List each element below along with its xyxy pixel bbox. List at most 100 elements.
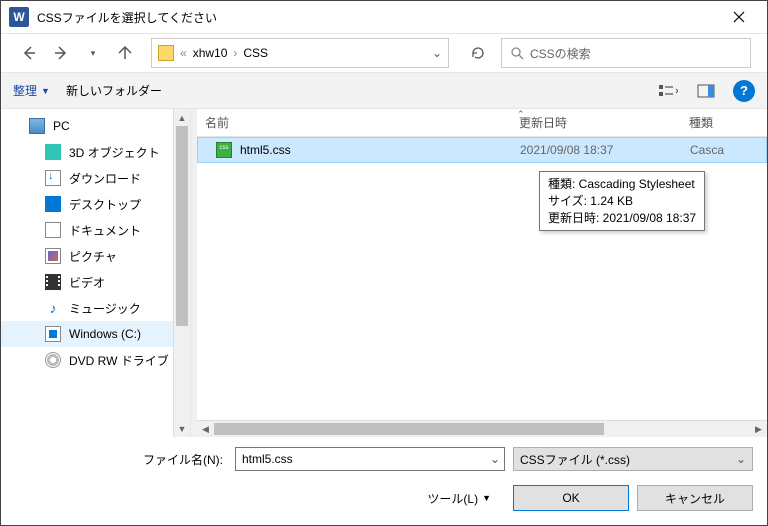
organize-menu[interactable]: 整理 ▼: [13, 82, 50, 99]
folder-icon: [158, 45, 174, 61]
column-headers: 名前 更新日時 種類: [197, 109, 767, 137]
address-dropdown[interactable]: ⌄: [432, 46, 442, 60]
address-bar[interactable]: « xhw10 › CSS ⌄: [151, 38, 449, 68]
tree-label: ビデオ: [69, 274, 105, 291]
file-list[interactable]: ⌃ 名前 更新日時 種類 html5.css 2021/09/08 18:37 …: [197, 109, 767, 437]
filename-label: ファイル名(N):: [15, 451, 227, 468]
preview-pane-button[interactable]: [695, 80, 717, 102]
close-button[interactable]: [719, 1, 759, 33]
refresh-button[interactable]: [463, 38, 493, 68]
tree-scrollbar[interactable]: ▲ ▼: [173, 109, 190, 437]
view-menu[interactable]: [657, 80, 679, 102]
chevron-down-icon: ▼: [41, 86, 50, 96]
cube-icon: [45, 144, 61, 160]
chevron-right-icon: ›: [233, 46, 237, 60]
filename-input[interactable]: html5.css ⌄: [235, 447, 505, 471]
search-input[interactable]: CSSの検索: [501, 38, 751, 68]
tree-label: Windows (C:): [69, 327, 141, 341]
scrollbar-thumb[interactable]: [176, 126, 188, 326]
column-name[interactable]: 名前: [205, 114, 519, 131]
tree-label: ドキュメント: [69, 222, 141, 239]
tree-label: ミュージック: [69, 300, 141, 317]
scroll-down-icon[interactable]: ▼: [174, 420, 190, 437]
tree-label: PC: [53, 119, 70, 133]
css-file-icon: [216, 142, 232, 158]
tree-documents[interactable]: ドキュメント: [1, 217, 190, 243]
filename-value: html5.css: [242, 452, 293, 466]
sort-indicator-icon: ⌃: [517, 109, 525, 120]
titlebar: W CSSファイルを選択してください: [1, 1, 767, 33]
tree-3d[interactable]: 3D オブジェクト: [1, 139, 190, 165]
file-row[interactable]: html5.css 2021/09/08 18:37 Casca: [197, 137, 767, 163]
refresh-icon: [470, 45, 486, 61]
video-icon: [45, 274, 61, 290]
preview-pane-icon: [697, 84, 715, 98]
horizontal-scrollbar[interactable]: ◀ ▶: [197, 420, 767, 437]
scroll-up-icon[interactable]: ▲: [174, 109, 190, 126]
path-separator: «: [180, 46, 187, 60]
tree-windows-c[interactable]: Windows (C:): [1, 321, 190, 347]
scroll-left-icon[interactable]: ◀: [197, 421, 214, 437]
scrollbar-thumb[interactable]: [214, 423, 604, 435]
organize-label: 整理: [13, 82, 37, 99]
column-date[interactable]: 更新日時: [519, 114, 689, 131]
up-button[interactable]: [113, 41, 137, 65]
chevron-down-icon[interactable]: ⌄: [490, 452, 500, 466]
filetype-filter[interactable]: CSSファイル (*.css) ⌄: [513, 447, 753, 471]
arrow-up-icon: [117, 45, 133, 61]
ok-button[interactable]: OK: [513, 485, 629, 511]
tree-label: DVD RW ドライブ: [69, 352, 169, 369]
column-type[interactable]: 種類: [689, 114, 767, 131]
recent-dropdown[interactable]: ▾: [81, 41, 105, 65]
file-tooltip: 種類: Cascading Stylesheet サイズ: 1.24 KB 更新…: [539, 171, 705, 231]
navigation-tree[interactable]: PC 3D オブジェクト ダウンロード デスクトップ ドキュメント ピクチャ ビ…: [1, 109, 191, 437]
file-date: 2021/09/08 18:37: [520, 143, 690, 157]
search-placeholder: CSSの検索: [530, 45, 591, 62]
picture-icon: [45, 248, 61, 264]
arrow-left-icon: [21, 45, 37, 61]
chevron-down-icon: ▼: [482, 493, 491, 503]
toolbar: 整理 ▼ 新しいフォルダー ?: [1, 73, 767, 109]
tree-videos[interactable]: ビデオ: [1, 269, 190, 295]
tree-label: ダウンロード: [69, 170, 141, 187]
document-icon: [45, 222, 61, 238]
file-name: html5.css: [240, 143, 520, 157]
dialog-footer: ファイル名(N): html5.css ⌄ CSSファイル (*.css) ⌄ …: [1, 437, 767, 525]
tools-label: ツール(L): [427, 490, 478, 507]
desktop-icon: [45, 196, 61, 212]
chevron-down-icon[interactable]: ⌄: [736, 452, 746, 466]
scroll-right-icon[interactable]: ▶: [750, 421, 767, 437]
tools-menu[interactable]: ツール(L) ▼: [427, 490, 491, 507]
tree-music[interactable]: ♪ ミュージック: [1, 295, 190, 321]
tree-downloads[interactable]: ダウンロード: [1, 165, 190, 191]
new-folder-button[interactable]: 新しいフォルダー: [66, 82, 162, 99]
music-icon: ♪: [45, 300, 61, 316]
forward-button[interactable]: [49, 41, 73, 65]
cancel-button[interactable]: キャンセル: [637, 485, 753, 511]
window-title: CSSファイルを選択してください: [37, 9, 719, 26]
path-seg-2[interactable]: CSS: [243, 46, 268, 60]
tree-desktop[interactable]: デスクトップ: [1, 191, 190, 217]
tooltip-date: 更新日時: 2021/09/08 18:37: [548, 210, 696, 227]
body: PC 3D オブジェクト ダウンロード デスクトップ ドキュメント ピクチャ ビ…: [1, 109, 767, 437]
path-seg-1[interactable]: xhw10: [193, 46, 228, 60]
pc-icon: [29, 118, 45, 134]
tree-label: デスクトップ: [69, 196, 141, 213]
tree-pictures[interactable]: ピクチャ: [1, 243, 190, 269]
view-list-icon: [658, 83, 678, 99]
tree-pc[interactable]: PC: [1, 113, 190, 139]
download-icon: [45, 170, 61, 186]
help-button[interactable]: ?: [733, 80, 755, 102]
search-icon: [510, 46, 524, 60]
close-icon: [733, 11, 745, 23]
tree-label: 3D オブジェクト: [69, 144, 160, 161]
disc-icon: [45, 352, 61, 368]
tree-label: ピクチャ: [69, 248, 117, 265]
tree-dvd[interactable]: DVD RW ドライブ: [1, 347, 190, 373]
drive-icon: [45, 326, 61, 342]
filter-value: CSSファイル (*.css): [520, 451, 630, 468]
navigation-bar: ▾ « xhw10 › CSS ⌄ CSSの検索: [1, 33, 767, 73]
tooltip-size: サイズ: 1.24 KB: [548, 193, 696, 210]
arrow-right-icon: [53, 45, 69, 61]
back-button[interactable]: [17, 41, 41, 65]
